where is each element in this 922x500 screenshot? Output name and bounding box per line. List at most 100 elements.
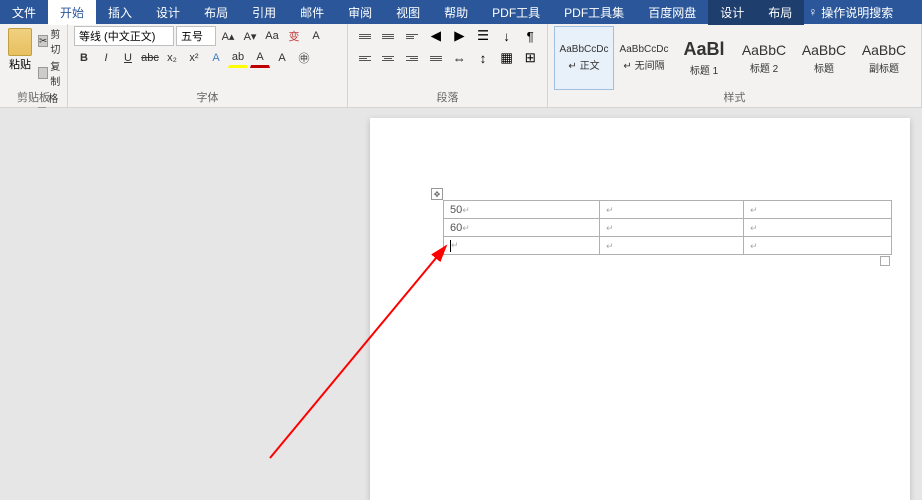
font-size-select[interactable] <box>176 26 216 46</box>
document-table[interactable]: 50↵↵↵60↵↵↵↵↵↵ <box>443 200 892 255</box>
cut-button[interactable]: ✂剪切 <box>38 26 64 56</box>
style-name: 副标题 <box>869 60 899 75</box>
bold-button[interactable]: B <box>74 48 94 68</box>
tab-help[interactable]: 帮助 <box>432 0 480 25</box>
tab-baidu[interactable]: 百度网盘 <box>636 0 708 25</box>
table-cell[interactable]: ↵ <box>444 237 600 255</box>
tab-review[interactable]: 审阅 <box>336 0 384 25</box>
tab-pdf-tool[interactable]: PDF工具 <box>480 0 552 25</box>
shrink-font-button[interactable]: A▾ <box>240 26 260 46</box>
italic-button[interactable]: I <box>96 48 116 68</box>
table-cell[interactable]: ↵ <box>600 201 744 219</box>
style-preview: AaBbCcDc <box>620 44 669 55</box>
show-marks-button[interactable]: ¶ <box>519 26 541 46</box>
justify-button[interactable] <box>425 48 447 68</box>
document-canvas: ✥ 50↵↵↵60↵↵↵↵↵↵ <box>0 108 922 500</box>
enclose-char-button[interactable]: ㊥ <box>294 48 314 68</box>
table-resize-handle[interactable] <box>880 256 890 266</box>
tab-file[interactable]: 文件 <box>0 0 48 25</box>
sort-button[interactable]: ↓ <box>496 26 518 46</box>
style-name: 标题 <box>814 60 834 75</box>
paragraph-mark-icon: ↵ <box>462 223 470 233</box>
copy-button[interactable]: 复制 <box>38 58 64 88</box>
copy-label: 复制 <box>50 58 64 88</box>
strikethrough-button[interactable]: abc <box>140 48 160 68</box>
table-cell[interactable]: 60↵ <box>444 219 600 237</box>
style-preview: AaBbC <box>802 42 846 58</box>
style-name: ↵ 无间隔 <box>623 57 664 72</box>
line-spacing-button[interactable]: ↕ <box>472 48 494 68</box>
style-name: ↵ 正文 <box>568 57 599 72</box>
table-cell[interactable]: ↵ <box>744 201 892 219</box>
change-case-button[interactable]: Aa <box>262 26 282 46</box>
style-item-3[interactable]: AaBbC标题 2 <box>734 26 794 90</box>
decrease-indent-button[interactable]: ◀ <box>425 26 447 46</box>
scissors-icon: ✂ <box>38 35 48 47</box>
clipboard-group-label: 剪贴板 <box>0 89 67 105</box>
paragraph-mark-icon: ↵ <box>462 205 470 215</box>
char-border-button[interactable]: A <box>306 26 326 46</box>
paragraph-mark-icon: ↵ <box>750 223 758 233</box>
table-cell[interactable]: ↵ <box>744 219 892 237</box>
style-preview: AaBl <box>683 39 724 60</box>
table-cell[interactable]: 50↵ <box>444 201 600 219</box>
asian-button[interactable]: ☰ <box>472 26 494 46</box>
char-shading-button[interactable]: A <box>272 48 292 68</box>
tab-insert[interactable]: 插入 <box>96 0 144 25</box>
tab-mail[interactable]: 邮件 <box>288 0 336 25</box>
style-preview: AaBbC <box>742 42 786 58</box>
paragraph-mark-icon: ↵ <box>750 241 758 251</box>
clipboard-group: 粘贴 ✂剪切 复制 格式刷 剪贴板 <box>0 24 68 107</box>
multilevel-button[interactable] <box>401 26 423 46</box>
table-row[interactable]: ↵ ↵ ↵ <box>444 237 892 255</box>
subscript-button[interactable]: x₂ <box>162 48 182 68</box>
grow-font-button[interactable]: A▴ <box>218 26 238 46</box>
cut-label: 剪切 <box>50 26 64 56</box>
shading-button[interactable]: ▦ <box>496 48 518 68</box>
align-right-button[interactable] <box>401 48 423 68</box>
align-center-button[interactable] <box>378 48 400 68</box>
bullets-button[interactable] <box>354 26 376 46</box>
tab-table-design[interactable]: 设计 <box>708 0 756 25</box>
tab-table-layout[interactable]: 布局 <box>756 0 804 25</box>
font-color-button[interactable]: A <box>250 48 270 68</box>
table-move-handle[interactable]: ✥ <box>431 188 443 200</box>
increase-indent-button[interactable]: ▶ <box>449 26 471 46</box>
numbering-button[interactable] <box>378 26 400 46</box>
style-item-0[interactable]: AaBbCcDc↵ 正文 <box>554 26 614 90</box>
style-item-4[interactable]: AaBbC 标题 <box>794 26 854 90</box>
highlight-button[interactable]: ab <box>228 48 248 68</box>
tab-home[interactable]: 开始 <box>48 0 96 25</box>
table-cell[interactable]: ↵ <box>600 237 744 255</box>
style-item-1[interactable]: AaBbCcDc ↵ 无间隔 <box>614 26 674 90</box>
style-name: 标题 1 <box>690 62 718 77</box>
table-row[interactable]: 50↵↵↵ <box>444 201 892 219</box>
underline-button[interactable]: U <box>118 48 138 68</box>
tab-references[interactable]: 引用 <box>240 0 288 25</box>
table-cell[interactable]: ↵ <box>744 237 892 255</box>
title-bar: 文件 开始 插入 设计 布局 引用 邮件 审阅 视图 帮助 PDF工具 PDF工… <box>0 0 922 24</box>
tab-design[interactable]: 设计 <box>144 0 192 25</box>
text-effects-button[interactable]: A <box>206 48 226 68</box>
tab-view[interactable]: 视图 <box>384 0 432 25</box>
tab-pdf-set[interactable]: PDF工具集 <box>552 0 636 25</box>
copy-icon <box>38 67 48 79</box>
ribbon: 粘贴 ✂剪切 复制 格式刷 剪贴板 A▴ A▾ Aa 变 A B I U abc… <box>0 24 922 108</box>
paragraph-mark-icon: ↵ <box>606 223 614 233</box>
distribute-button[interactable]: ⇔ <box>449 48 471 68</box>
borders-button[interactable]: ⊞ <box>519 48 541 68</box>
paragraph-group: ◀ ▶ ☰ ↓ ¶ ⇔ ↕ ▦ ⊞ 段落 <box>348 24 548 107</box>
paragraph-mark-icon: ↵ <box>606 241 614 251</box>
table-cell[interactable]: ↵ <box>600 219 744 237</box>
style-item-5[interactable]: AaBbC副标题 <box>854 26 914 90</box>
superscript-button[interactable]: x² <box>184 48 204 68</box>
font-name-select[interactable] <box>74 26 174 46</box>
align-left-button[interactable] <box>354 48 376 68</box>
page[interactable] <box>370 118 910 500</box>
table-row[interactable]: 60↵↵↵ <box>444 219 892 237</box>
tab-layout[interactable]: 布局 <box>192 0 240 25</box>
tell-me-search[interactable]: ♀ 操作说明搜索 <box>808 4 893 21</box>
phonetic-guide-button[interactable]: 变 <box>284 26 304 46</box>
lightbulb-icon: ♀ <box>808 5 817 19</box>
style-item-2[interactable]: AaBl 标题 1 <box>674 26 734 90</box>
